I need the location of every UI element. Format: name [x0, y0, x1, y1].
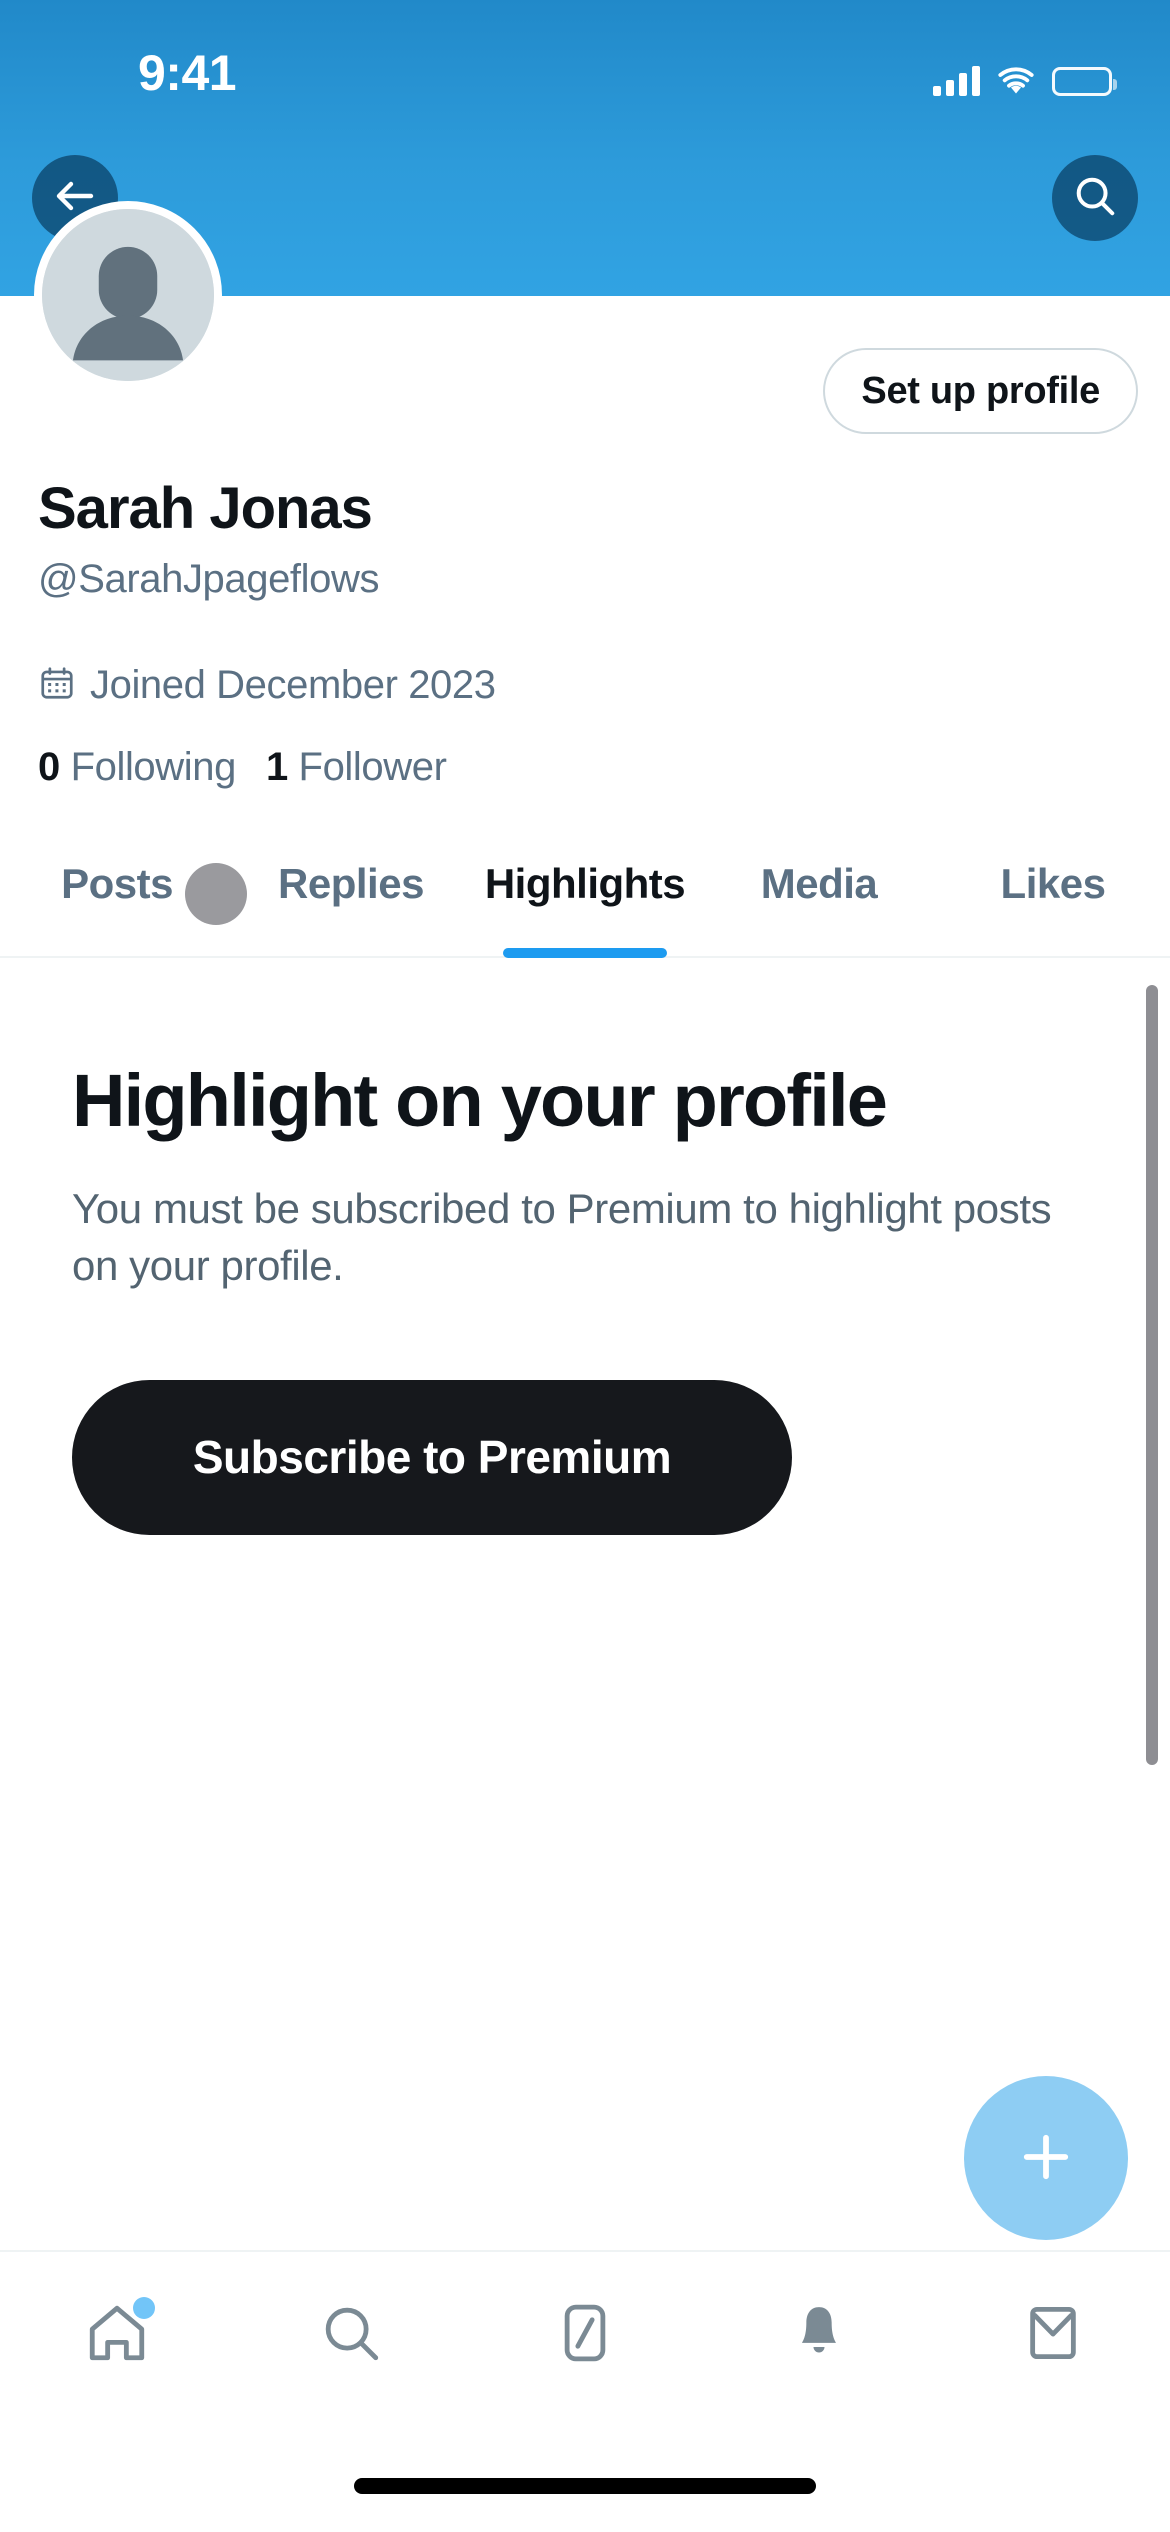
tab-posts-label: Posts	[61, 860, 173, 907]
subscribe-to-premium-button[interactable]: Subscribe to Premium	[72, 1379, 792, 1535]
header-search-button[interactable]	[1052, 155, 1138, 241]
scrollbar-track	[1146, 975, 1160, 2035]
tab-replies-label: Replies	[278, 860, 424, 907]
followers-count: 1	[265, 745, 288, 789]
tab-media-label: Media	[760, 860, 878, 907]
tab-likes[interactable]: Likes	[936, 830, 1170, 958]
profile-handle: @SarahJpageflows	[38, 557, 380, 601]
search-icon	[1072, 173, 1118, 224]
home-badge-dot	[133, 2297, 155, 2319]
messages-icon	[1020, 2300, 1086, 2371]
following-label: Following	[70, 745, 237, 789]
nav-home[interactable]	[0, 2251, 234, 2419]
tab-highlights-label: Highlights	[484, 860, 686, 907]
nav-messages[interactable]	[936, 2251, 1170, 2419]
notifications-icon	[786, 2300, 852, 2371]
grok-icon	[552, 2300, 618, 2371]
plus-icon	[1013, 2124, 1079, 2193]
signal-bars-icon	[933, 66, 980, 96]
nav-notifications[interactable]	[702, 2251, 936, 2419]
profile-tabs: Posts Replies Highlights Media Likes	[0, 830, 1170, 958]
calendar-icon	[38, 664, 76, 707]
highlights-empty-state: Highlight on your profile You must be su…	[0, 960, 1170, 1535]
wifi-icon	[996, 66, 1036, 96]
following-stat[interactable]: 0 Following	[38, 745, 236, 790]
compose-post-button[interactable]	[964, 2076, 1128, 2240]
status-bar-time: 9:41	[138, 45, 237, 101]
battery-full-icon	[1052, 67, 1117, 96]
tab-media[interactable]: Media	[702, 830, 936, 958]
nav-grok[interactable]	[468, 2251, 702, 2419]
joined-date-text: Joined December 2023	[90, 663, 496, 707]
bottom-navigation	[0, 2250, 1170, 2418]
status-bar: 9:41	[0, 0, 1170, 108]
nav-search[interactable]	[234, 2251, 468, 2419]
following-count: 0	[38, 745, 60, 789]
search-icon	[318, 2300, 384, 2371]
joined-date-row: Joined December 2023	[38, 663, 496, 708]
profile-screen: 9:41 Set up profile Sarah Jonas @SarahJp…	[0, 0, 1170, 2532]
tab-likes-label: Likes	[1000, 860, 1106, 907]
tab-active-underline	[503, 948, 667, 958]
status-bar-icons	[933, 54, 1117, 96]
followers-stat[interactable]: 1 Follower	[266, 745, 447, 790]
profile-stats: 0 Following 1 Follower	[38, 745, 447, 790]
followers-label: Follower	[298, 745, 447, 789]
tab-highlights[interactable]: Highlights	[468, 830, 702, 958]
avatar[interactable]	[34, 201, 222, 389]
home-indicator	[354, 2478, 816, 2494]
set-up-profile-button[interactable]: Set up profile	[823, 348, 1138, 434]
empty-state-title: Highlight on your profile	[72, 1059, 888, 1142]
scrollbar-thumb[interactable]	[1146, 985, 1158, 1765]
empty-state-description: You must be subscribed to Premium to hig…	[72, 1184, 1052, 1289]
tab-replies[interactable]: Replies	[234, 830, 468, 958]
touch-pointer-indicator	[185, 863, 247, 925]
default-avatar-icon	[42, 209, 214, 381]
profile-display-name: Sarah Jonas	[38, 476, 373, 541]
